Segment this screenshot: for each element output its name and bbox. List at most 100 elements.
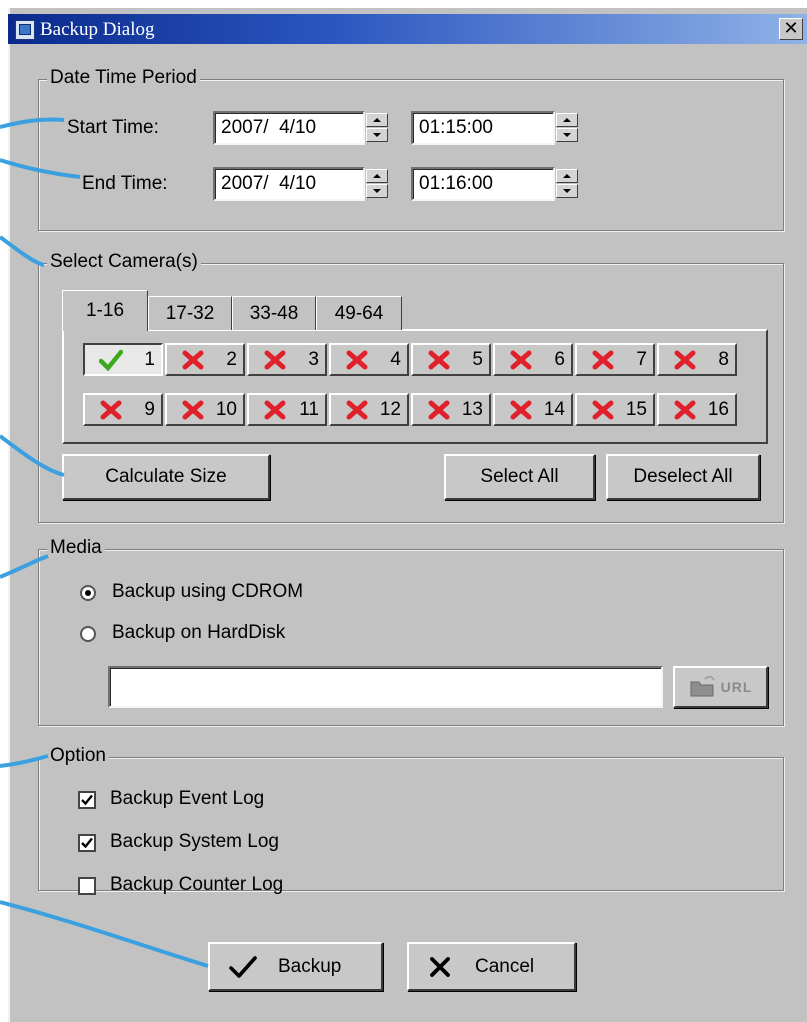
camera-8-button[interactable]: 8: [657, 343, 737, 376]
camera-number-label: 9: [144, 398, 155, 420]
radio-cdrom-label: Backup using CDROM: [112, 581, 304, 602]
system-log-label: Backup System Log: [110, 831, 279, 852]
start-time-spinner[interactable]: [556, 113, 578, 142]
start-date-spinner[interactable]: [366, 113, 388, 142]
camera-number-label: 16: [707, 398, 729, 420]
backup-button-label: Backup: [278, 955, 342, 977]
camera-7-button[interactable]: 7: [575, 343, 655, 376]
camera-number-label: 12: [379, 398, 401, 420]
deselect-all-button[interactable]: Deselect All: [606, 454, 760, 500]
close-button[interactable]: ✕: [779, 18, 803, 40]
radio-harddisk-label: Backup on HardDisk: [112, 622, 286, 643]
window-title: Backup Dialog: [40, 19, 155, 40]
red-x-icon: [510, 400, 532, 420]
camera-number-label: 10: [215, 398, 237, 420]
camera-1-button[interactable]: 1: [83, 343, 163, 376]
camera-11-button[interactable]: 11: [247, 393, 327, 426]
close-icon: ✕: [783, 18, 799, 39]
red-x-icon: [428, 400, 450, 420]
camera-number-label: 14: [543, 398, 565, 420]
spin-down-icon[interactable]: [556, 184, 578, 198]
end-date-field[interactable]: 2007/ 4/10: [213, 167, 365, 201]
date-time-period-legend: Date Time Period: [47, 67, 200, 89]
url-browse-button[interactable]: URL: [673, 666, 768, 708]
app-icon: [15, 20, 35, 40]
camera-12-button[interactable]: 12: [329, 393, 409, 426]
red-x-icon: [264, 400, 286, 420]
camera-4-button[interactable]: 4: [329, 343, 409, 376]
spin-down-icon[interactable]: [556, 128, 578, 142]
red-x-icon: [182, 400, 204, 420]
checkmark-icon: [81, 837, 93, 849]
red-x-icon: [510, 350, 532, 370]
spin-down-icon[interactable]: [366, 128, 388, 142]
camera-number-label: 5: [472, 348, 483, 370]
camera-2-button[interactable]: 2: [165, 343, 245, 376]
checkmark-icon: [81, 794, 93, 806]
spin-up-icon[interactable]: [556, 169, 578, 183]
backup-path-field[interactable]: [108, 666, 663, 708]
start-time-field[interactable]: 01:15:00: [411, 111, 555, 145]
end-date-spinner[interactable]: [366, 169, 388, 198]
tab-label: 49-64: [334, 302, 384, 324]
tab-cameras-1-16[interactable]: 1-16: [62, 290, 148, 331]
title-bar[interactable]: Backup Dialog ✕: [8, 14, 807, 44]
camera-5-button[interactable]: 5: [411, 343, 491, 376]
spin-down-icon[interactable]: [366, 184, 388, 198]
tab-label: 1-16: [85, 300, 125, 321]
tab-cameras-17-32[interactable]: 17-32: [148, 296, 232, 330]
system-log-checkbox[interactable]: [78, 834, 96, 852]
checkmark-icon: [229, 955, 257, 978]
camera-13-button[interactable]: 13: [411, 393, 491, 426]
camera-number-label: 11: [299, 398, 319, 420]
camera-number-label: 4: [390, 348, 401, 370]
start-date-field[interactable]: 2007/ 4/10: [213, 111, 365, 145]
camera-15-button[interactable]: 15: [575, 393, 655, 426]
red-x-icon: [346, 400, 368, 420]
folder-icon: [690, 676, 715, 697]
spin-up-icon[interactable]: [556, 113, 578, 127]
green-check-icon: [99, 349, 123, 371]
option-group: [38, 757, 784, 891]
camera-number-label: 13: [461, 398, 483, 420]
camera-10-button[interactable]: 10: [165, 393, 245, 426]
backup-button[interactable]: Backup: [208, 942, 383, 991]
spin-up-icon[interactable]: [366, 113, 388, 127]
counter-log-checkbox[interactable]: [78, 877, 96, 895]
camera-number-label: 6: [554, 348, 565, 370]
radio-cdrom[interactable]: [80, 585, 96, 601]
cancel-x-icon: [430, 956, 450, 977]
red-x-icon: [674, 350, 696, 370]
tab-label: 33-48: [249, 302, 299, 324]
camera-14-button[interactable]: 14: [493, 393, 573, 426]
red-x-icon: [592, 350, 614, 370]
select-all-button[interactable]: Select All: [444, 454, 595, 500]
red-x-icon: [592, 400, 614, 420]
counter-log-label: Backup Counter Log: [110, 874, 284, 895]
event-log-checkbox[interactable]: [78, 791, 96, 809]
cancel-button[interactable]: Cancel: [407, 942, 576, 991]
camera-number-label: 1: [144, 348, 155, 370]
tab-label: 17-32: [165, 302, 215, 324]
red-x-icon: [100, 400, 122, 420]
option-legend: Option: [47, 745, 109, 767]
camera-9-button[interactable]: 9: [83, 393, 163, 426]
calculate-size-button[interactable]: Calculate Size: [62, 454, 270, 500]
red-x-icon: [674, 400, 696, 420]
spin-up-icon[interactable]: [366, 169, 388, 183]
end-time-field[interactable]: 01:16:00: [411, 167, 555, 201]
end-time-spinner[interactable]: [556, 169, 578, 198]
camera-number-label: 15: [625, 398, 647, 420]
end-time-label: End Time:: [82, 173, 168, 194]
camera-16-button[interactable]: 16: [657, 393, 737, 426]
url-button-label: URL: [720, 679, 753, 695]
camera-3-button[interactable]: 3: [247, 343, 327, 376]
camera-number-label: 3: [308, 348, 319, 370]
radio-harddisk[interactable]: [80, 626, 96, 642]
date-time-period-group: [38, 79, 784, 231]
tab-cameras-49-64[interactable]: 49-64: [316, 296, 402, 330]
start-time-label: Start Time:: [67, 117, 159, 138]
media-legend: Media: [47, 537, 105, 559]
camera-6-button[interactable]: 6: [493, 343, 573, 376]
tab-cameras-33-48[interactable]: 33-48: [232, 296, 316, 330]
